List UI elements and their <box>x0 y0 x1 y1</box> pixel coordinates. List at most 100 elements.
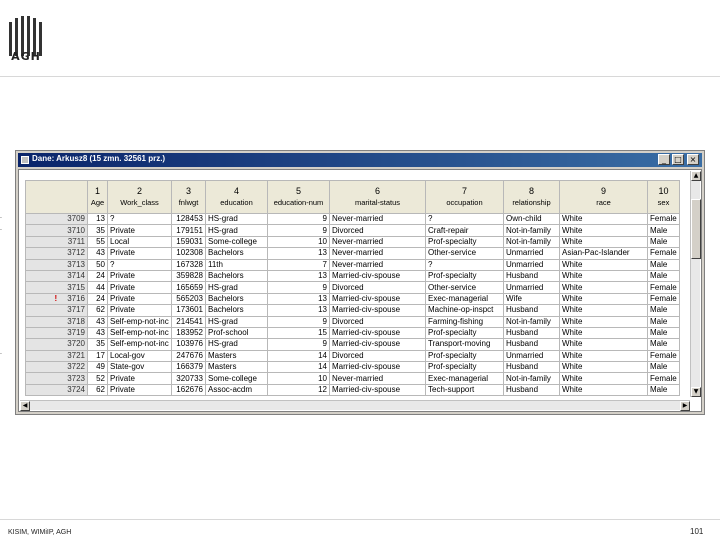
horizontal-scrollbar[interactable]: ◀ ▶ <box>20 400 690 411</box>
cell-work[interactable]: Self-emp-not-inc <box>107 315 172 328</box>
cell-edu[interactable]: HS-grad <box>205 315 268 328</box>
column-header-work-class[interactable]: 2 Work_class <box>107 180 172 214</box>
cell-edu[interactable]: HS-grad <box>205 212 268 226</box>
table-row[interactable]: 3722 49 State-gov 166379 Masters 14 Married-ci… <box>25 361 680 374</box>
table-row[interactable]: 3711 55 Local 159031 Some-college 10 Never-mar… <box>25 235 680 249</box>
row-index-cell[interactable]: 3713 <box>25 258 88 271</box>
cell-fnlwgt[interactable]: 179151 <box>171 224 206 237</box>
cell-fnlwgt[interactable]: 128453 <box>171 212 206 226</box>
cell-sex[interactable]: Male <box>647 315 680 328</box>
cell-rel[interactable]: Husband <box>503 361 560 374</box>
cell-work[interactable]: Private <box>107 281 172 294</box>
row-index-cell[interactable]: 3719 <box>25 326 88 340</box>
row-index-cell[interactable]: 3712 <box>25 247 88 260</box>
close-button[interactable]: × <box>687 154 699 165</box>
cell-edu[interactable]: HS-grad <box>205 224 268 237</box>
cell-rel[interactable]: Not-in-family <box>503 224 560 237</box>
table-row[interactable]: 3714 24 Private 359828 Bachelors 13 Married-ci… <box>25 269 680 283</box>
cell-fnlwgt[interactable]: 166379 <box>171 361 206 374</box>
cell-edunum[interactable]: 13 <box>267 269 330 283</box>
cell-age[interactable]: 55 <box>87 235 108 249</box>
cell-sex[interactable]: Female <box>647 349 680 363</box>
cell-sex[interactable]: Female <box>647 372 680 385</box>
table-row[interactable]: 3724 62 Private 162676 Assoc-acdm 12 Married-c… <box>25 383 680 397</box>
table-row[interactable]: 3715 44 Private 165659 HS-grad 9 Divorced Other… <box>25 281 680 294</box>
scroll-up-arrow-icon[interactable]: ▲ <box>691 171 701 181</box>
cell-marital[interactable]: Married-civ-spouse <box>329 304 426 317</box>
cell-edunum[interactable]: 10 <box>267 235 330 249</box>
cell-work[interactable]: Private <box>107 224 172 237</box>
cell-race[interactable]: White <box>559 383 648 397</box>
cell-race[interactable]: Asian-Pac-Islander <box>559 247 648 260</box>
cell-marital[interactable]: Married-civ-spouse <box>329 326 426 340</box>
cell-age[interactable]: 24 <box>87 269 108 283</box>
cell-age[interactable]: 13 <box>87 212 108 226</box>
cell-sex[interactable]: Male <box>647 258 680 271</box>
cell-edu[interactable]: Some-college <box>205 235 268 249</box>
cell-marital[interactable]: Married-civ-spouse <box>329 269 426 283</box>
row-index-cell[interactable]: 3717 <box>25 304 88 317</box>
cell-fnlwgt[interactable]: 159031 <box>171 235 206 249</box>
cell-sex[interactable]: Female <box>647 212 680 226</box>
cell-sex[interactable]: Male <box>647 338 680 351</box>
column-header-age[interactable]: 1 Age <box>87 180 108 214</box>
cell-edu[interactable]: Bachelors <box>205 292 268 306</box>
cell-edu[interactable]: Prof-school <box>205 326 268 340</box>
column-header-marital-status[interactable]: 6 marital-status <box>329 180 426 214</box>
column-header-sex[interactable]: 10 sex <box>647 180 680 214</box>
vertical-scrollbar[interactable]: ▲ ▼ <box>690 171 701 397</box>
cell-fnlwgt[interactable]: 320733 <box>171 372 206 385</box>
cell-rel[interactable]: Not-in-family <box>503 372 560 385</box>
cell-rel[interactable]: Husband <box>503 269 560 283</box>
cell-edu[interactable]: Bachelors <box>205 269 268 283</box>
cell-age[interactable]: 35 <box>87 224 108 237</box>
cell-rel[interactable]: Unmarried <box>503 258 560 271</box>
cell-work[interactable]: Self-emp-not-inc <box>107 338 172 351</box>
cell-edunum[interactable]: 12 <box>267 383 330 397</box>
table-row[interactable]: 3723 52 Private 320733 Some-college 10 Never-m… <box>25 372 680 385</box>
cell-occ[interactable]: Craft-repair <box>425 224 504 237</box>
cell-edu[interactable]: Bachelors <box>205 304 268 317</box>
cell-age[interactable]: 50 <box>87 258 108 271</box>
grid-corner[interactable] <box>25 180 88 214</box>
cell-occ[interactable]: Exec-managerial <box>425 372 504 385</box>
cell-edu[interactable]: Masters <box>205 361 268 374</box>
cell-race[interactable]: White <box>559 326 648 340</box>
cell-occ[interactable]: Tech-support <box>425 383 504 397</box>
cell-rel[interactable]: Husband <box>503 338 560 351</box>
cell-race[interactable]: White <box>559 361 648 374</box>
cell-race[interactable]: White <box>559 349 648 363</box>
cell-work[interactable]: Private <box>107 304 172 317</box>
cell-marital[interactable]: Married-civ-spouse <box>329 361 426 374</box>
cell-age[interactable]: 35 <box>87 338 108 351</box>
cell-work[interactable]: State-gov <box>107 361 172 374</box>
cell-race[interactable]: White <box>559 235 648 249</box>
cell-occ[interactable]: ? <box>425 212 504 226</box>
cell-age[interactable]: 62 <box>87 383 108 397</box>
scroll-right-arrow-icon[interactable]: ▶ <box>680 401 690 411</box>
cell-fnlwgt[interactable]: 183952 <box>171 326 206 340</box>
cell-edunum[interactable]: 14 <box>267 349 330 363</box>
table-row[interactable]: 3713 50? 167328 11th 7 Never-married? Unmarrie… <box>25 258 680 271</box>
table-row[interactable]: 3721 17 Local-gov 247676 Masters 14 Divorced Pr… <box>25 349 680 363</box>
cell-rel[interactable]: Not-in-family <box>503 235 560 249</box>
cell-sex[interactable]: Female <box>647 292 680 306</box>
cell-age[interactable]: 49 <box>87 361 108 374</box>
cell-sex[interactable]: Male <box>647 304 680 317</box>
cell-fnlwgt[interactable]: 167328 <box>171 258 206 271</box>
row-index-cell[interactable]: 3715 <box>25 281 88 294</box>
cell-work[interactable]: Local-gov <box>107 349 172 363</box>
cell-fnlwgt[interactable]: 359828 <box>171 269 206 283</box>
cell-race[interactable]: White <box>559 269 648 283</box>
cell-fnlwgt[interactable]: 165659 <box>171 281 206 294</box>
cell-fnlwgt[interactable]: 103976 <box>171 338 206 351</box>
row-index-cell[interactable]: 3724 <box>25 383 88 397</box>
row-index-cell[interactable]: 3709 <box>25 212 88 226</box>
row-index-cell[interactable]: 3710 <box>25 224 88 237</box>
cell-work[interactable]: Private <box>107 372 172 385</box>
cell-edu[interactable]: Assoc-acdm <box>205 383 268 397</box>
vertical-scroll-thumb[interactable] <box>691 199 701 259</box>
cell-occ[interactable]: Exec-managerial <box>425 292 504 306</box>
cell-sex[interactable]: Male <box>647 269 680 283</box>
cell-edunum[interactable]: 9 <box>267 212 330 226</box>
